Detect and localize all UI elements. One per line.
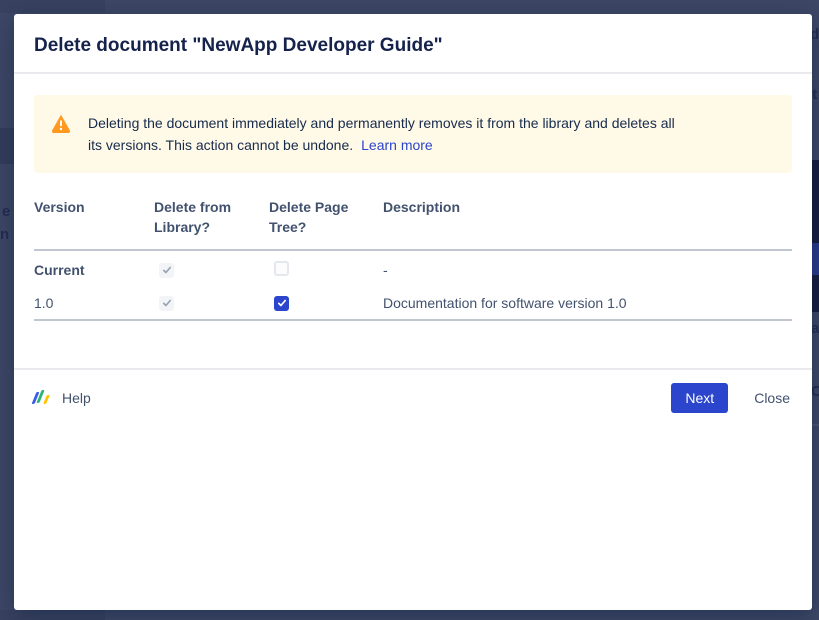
column-header-delete-from-library: Delete from Library? [154, 197, 269, 249]
delete-page-tree-checkbox-current[interactable] [274, 261, 289, 276]
backdrop-shape [0, 128, 14, 164]
delete-document-dialog: Delete document "NewApp Developer Guide"… [14, 14, 812, 610]
version-cell: 1.0 [34, 295, 154, 311]
footer-buttons: Next Close [671, 383, 792, 413]
backdrop-text-fragment: C [811, 384, 819, 399]
learn-more-link[interactable]: Learn more [361, 137, 433, 153]
backdrop-shape [811, 424, 819, 426]
versions-table: Version Delete from Library? Delete Page… [34, 197, 792, 321]
next-button[interactable]: Next [671, 383, 728, 413]
backdrop-shape [0, 0, 105, 13]
dialog-body: Deleting the document immediately and pe… [14, 74, 812, 321]
delete-from-library-checkbox-1-0 [159, 296, 174, 311]
backdrop-shape [0, 610, 105, 620]
column-header-description: Description [383, 197, 792, 229]
delete-from-library-checkbox-current [159, 263, 174, 278]
description-cell: Documentation for software version 1.0 [383, 295, 792, 311]
version-cell: Current [34, 262, 154, 278]
warning-banner: Deleting the document immediately and pe… [34, 95, 792, 173]
versions-table-rows: Current - 1.0 [34, 251, 792, 321]
help-label: Help [62, 390, 91, 406]
column-header-delete-page-tree: Delete Page Tree? [269, 197, 383, 249]
dialog-title: Delete document "NewApp Developer Guide" [34, 33, 792, 72]
dialog-empty-space [14, 426, 812, 610]
dialog-footer: Help Next Close [14, 368, 812, 426]
backdrop-text-fragment: e [2, 204, 10, 219]
warning-text: Deleting the document immediately and pe… [88, 112, 688, 156]
column-header-version: Version [34, 197, 154, 229]
delete-page-tree-checkbox-1-0[interactable] [274, 296, 289, 311]
table-row-1-0: 1.0 Documentation for software version 1… [34, 287, 792, 319]
versions-table-header: Version Delete from Library? Delete Page… [34, 197, 792, 251]
help-link[interactable]: Help [34, 390, 91, 406]
dialog-header: Delete document "NewApp Developer Guide" [14, 14, 812, 74]
table-row-current: Current - [34, 253, 792, 287]
scroll-app-logo-icon [34, 390, 54, 406]
warning-triangle-icon [51, 113, 71, 138]
backdrop-text-fragment: a [811, 321, 819, 336]
description-cell: - [383, 262, 792, 278]
close-button[interactable]: Close [752, 390, 792, 406]
